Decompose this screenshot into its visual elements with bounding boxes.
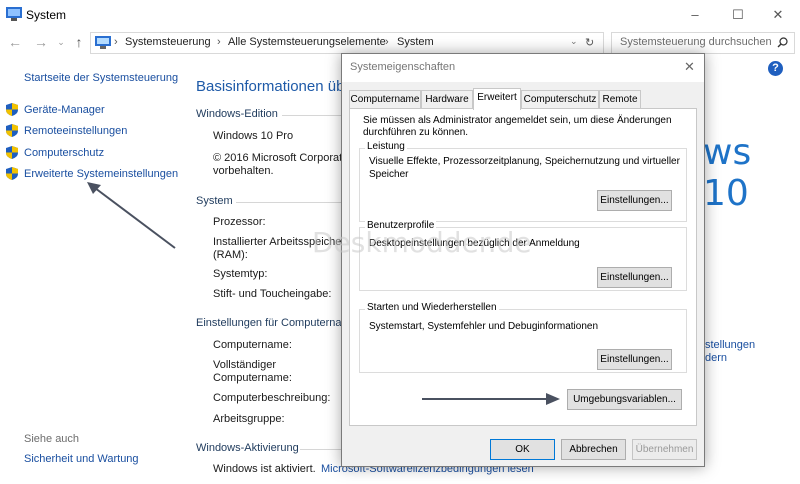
copyright-line1: © 2016 Microsoft Corporati (213, 152, 345, 164)
close-button[interactable]: ✕ (758, 0, 798, 30)
startup-recovery-text: Systemstart, Systemfehler und Debuginfor… (369, 321, 598, 332)
description-label: Computerbeschreibung: (213, 392, 331, 404)
user-profiles-settings-button[interactable]: Einstellungen... (597, 267, 672, 288)
section-divider (282, 115, 342, 116)
environment-variables-button[interactable]: Umgebungsvariablen... (567, 389, 682, 410)
processor-label: Prozessor: (213, 216, 266, 228)
startup-recovery-settings-button[interactable]: Einstellungen... (597, 349, 672, 370)
windows10-brand: ws 10 (703, 132, 752, 214)
minimize-button[interactable]: – (675, 0, 715, 30)
dialog-close-button[interactable]: ✕ (684, 59, 695, 75)
sicherheit-und-wartung-link[interactable]: Sicherheit und Wartung (24, 453, 139, 465)
address-dropdown-icon[interactable]: ⌄ (570, 36, 578, 47)
section-windows-edition: Windows-Edition (196, 108, 278, 120)
tab-panel-erweitert: Sie müssen als Administrator angemeldet … (349, 108, 697, 426)
pen-touch-label: Stift- und Toucheingabe: (213, 288, 332, 300)
title-bar: System – ☐ ✕ (0, 0, 800, 30)
up-arrow-icon[interactable]: ↑ (70, 33, 88, 51)
page-title: Basisinformationen übe (196, 78, 353, 95)
performance-text-line1: Visuelle Effekte, Prozessorzeitplanung, … (369, 156, 680, 167)
uac-shield-icon (6, 103, 18, 116)
sidebar-home-link[interactable]: Startseite der Systemsteuerung (24, 72, 178, 84)
apply-button[interactable]: Übernehmen (632, 439, 697, 460)
annotation-arrow-icon (87, 182, 176, 249)
see-also-heading: Siehe auch (24, 433, 80, 445)
full-computername-line2: Computername: (213, 372, 292, 384)
section-divider (300, 449, 342, 450)
cancel-button[interactable]: Abbrechen (561, 439, 626, 460)
dialog-title: Systemeigenschaften (350, 61, 456, 73)
systemtype-label: Systemtyp: (213, 268, 268, 280)
performance-text-line2: Speicher (369, 169, 409, 180)
help-icon[interactable]: ? (768, 61, 783, 76)
breadcrumb-separator: › (217, 36, 221, 48)
tab-computerschutz[interactable]: Computerschutz (521, 90, 599, 109)
breadcrumb-system[interactable]: System (397, 36, 434, 48)
dialog-title-bar: Systemeigenschaften ✕ (342, 54, 704, 82)
annotation-arrow-icon (422, 393, 560, 405)
performance-settings-button[interactable]: Einstellungen... (597, 190, 672, 211)
search-icon[interactable] (777, 37, 788, 48)
computername-label: Computername: (213, 339, 292, 351)
section-divider (236, 202, 342, 203)
uac-shield-icon (6, 146, 18, 159)
breadcrumb-separator: › (385, 36, 389, 48)
refresh-icon[interactable]: ↻ (585, 36, 594, 49)
uac-shield-icon (6, 124, 18, 137)
window-title: System (26, 8, 67, 22)
search-input[interactable]: Systemsteuerung durchsuchen (611, 32, 795, 54)
breadcrumb-alle-elemente[interactable]: Alle Systemsteuerungselemente (228, 36, 386, 48)
address-bar[interactable]: › Systemsteuerung › Alle Systemsteuerung… (90, 32, 604, 54)
system-icon (6, 7, 22, 21)
recent-chevron-icon[interactable]: ⌄ (52, 33, 70, 51)
admin-note-line2: durchführen zu können. (363, 127, 469, 138)
change-settings-link[interactable]: stellungen (705, 339, 755, 351)
activation-status: Windows ist aktiviert. (213, 463, 316, 475)
section-computer-settings: Einstellungen für Computernan (196, 317, 348, 329)
search-placeholder: Systemsteuerung durchsuchen (620, 36, 772, 48)
sidebar-item-computerschutz[interactable]: Computerschutz (24, 147, 104, 159)
copyright-line2: vorbehalten. (213, 165, 274, 177)
maximize-button[interactable]: ☐ (718, 0, 758, 30)
breadcrumb-separator: › (114, 36, 118, 48)
workgroup-label: Arbeitsgruppe: (213, 413, 285, 425)
sidebar-item-remoteeinstellungen[interactable]: Remoteeinstellungen (24, 125, 127, 137)
tab-computername[interactable]: Computername (349, 90, 421, 109)
breadcrumb-systemsteuerung[interactable]: Systemsteuerung (125, 36, 211, 48)
sidebar-item-geraete-manager[interactable]: Geräte-Manager (24, 104, 105, 116)
tab-remote[interactable]: Remote (599, 90, 641, 109)
full-computername-line1: Vollständiger (213, 359, 276, 371)
control-panel-icon (95, 36, 111, 49)
forward-arrow-icon[interactable]: → (32, 33, 50, 51)
performance-label: Leistung (365, 141, 407, 152)
sidebar-item-erweiterte-systemeinstellungen[interactable]: Erweiterte Systemeinstellungen (24, 168, 178, 180)
uac-shield-icon (6, 167, 18, 180)
watermark-text: Deskmodder.de (312, 226, 532, 259)
section-activation: Windows-Aktivierung (196, 442, 299, 454)
change-settings-link-line2[interactable]: dern (705, 352, 727, 364)
tab-erweitert[interactable]: Erweitert (473, 88, 521, 110)
edition-value: Windows 10 Pro (213, 130, 294, 142)
back-arrow-icon[interactable]: ← (6, 33, 24, 51)
system-properties-dialog: Systemeigenschaften ✕ Computername Hardw… (312, 53, 705, 467)
section-system: System (196, 195, 233, 207)
startup-recovery-label: Starten und Wiederherstellen (365, 302, 499, 313)
ram-label-line2: (RAM): (213, 249, 248, 261)
ok-button[interactable]: OK (490, 439, 555, 460)
tab-hardware[interactable]: Hardware (421, 90, 473, 109)
